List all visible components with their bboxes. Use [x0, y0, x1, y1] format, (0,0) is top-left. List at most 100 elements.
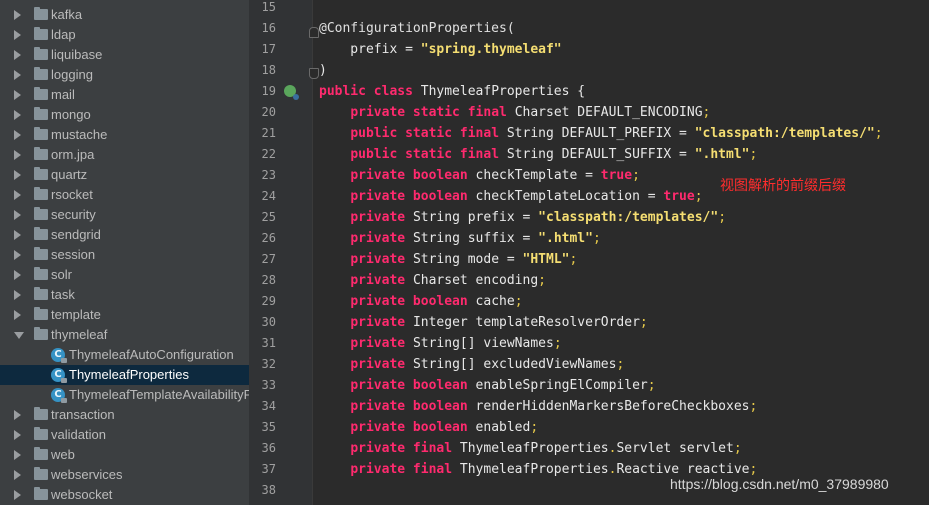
java-class-icon: C — [51, 348, 67, 363]
expand-arrow-right-icon[interactable] — [14, 290, 21, 300]
tree-item-folder[interactable]: kafka — [0, 5, 249, 25]
code-line[interactable]: public static final String DEFAULT_PREFI… — [319, 123, 882, 144]
tree-item-class[interactable]: C ThymeleafProperties — [0, 365, 249, 385]
expand-arrow-right-icon[interactable] — [14, 490, 21, 500]
tree-item-folder[interactable]: task — [0, 285, 249, 305]
code-line[interactable]: prefix = "spring.thymeleaf" — [319, 39, 562, 60]
expand-arrow-right-icon[interactable] — [14, 410, 21, 420]
tree-item-folder[interactable]: thymeleaf — [0, 325, 249, 345]
expand-arrow-right-icon[interactable] — [14, 270, 21, 280]
code-token: private boolean — [350, 168, 476, 183]
code-line[interactable]: public class ThymeleafProperties { — [319, 81, 585, 102]
tree-item-folder[interactable]: liquibase — [0, 45, 249, 65]
java-class-icon: C — [51, 388, 67, 403]
code-token: String[] viewNames — [412, 336, 554, 351]
tree-item-folder[interactable]: session — [0, 245, 249, 265]
expand-arrow-right-icon[interactable] — [14, 110, 21, 120]
tree-item-folder[interactable]: quartz — [0, 165, 249, 185]
expand-arrow-right-icon[interactable] — [14, 70, 21, 80]
expand-arrow-right-icon[interactable] — [14, 170, 21, 180]
expand-arrow-right-icon[interactable] — [14, 90, 21, 100]
tree-item-folder[interactable]: ldap — [0, 25, 249, 45]
tree-item-class[interactable]: C ThymeleafAutoConfiguration — [0, 345, 249, 365]
tree-item-label: ThymeleafAutoConfiguration — [69, 347, 234, 362]
expand-arrow-right-icon[interactable] — [14, 430, 21, 440]
tree-item-label: sendgrid — [51, 227, 101, 242]
code-line[interactable]: private Integer templateResolverOrder; — [319, 312, 647, 333]
expand-arrow-right-icon[interactable] — [14, 130, 21, 140]
code-line[interactable]: private Charset encoding; — [319, 270, 546, 291]
code-token: ; — [514, 294, 523, 309]
tree-item-folder[interactable]: web — [0, 445, 249, 465]
code-token: private static final — [350, 105, 515, 120]
code-token: ".html" — [694, 147, 750, 162]
tree-item-folder[interactable]: orm.jpa — [0, 145, 249, 165]
code-token: ; — [553, 336, 562, 351]
code-line[interactable]: private boolean checkTemplate = true; — [319, 165, 640, 186]
tree-item-folder[interactable]: security — [0, 205, 249, 225]
line-number: 34 — [261, 399, 276, 413]
code-line[interactable]: private String prefix = "classpath:/temp… — [319, 207, 726, 228]
expand-arrow-right-icon[interactable] — [14, 230, 21, 240]
code-line[interactable]: private static final Charset DEFAULT_ENC… — [319, 102, 710, 123]
code-line[interactable]: private boolean renderHiddenMarkersBefor… — [319, 396, 757, 417]
code-token: @ConfigurationProperties( — [319, 21, 515, 36]
code-line[interactable]: private boolean enabled; — [319, 417, 538, 438]
expand-arrow-right-icon[interactable] — [14, 210, 21, 220]
tree-item-folder[interactable]: validation — [0, 425, 249, 445]
code-line[interactable]: private String[] viewNames; — [319, 333, 562, 354]
tree-item-folder[interactable]: mongo — [0, 105, 249, 125]
code-line[interactable]: private String suffix = ".html"; — [319, 228, 600, 249]
spring-bean-icon[interactable] — [284, 85, 299, 100]
code-line[interactable]: private String[] excludedViewNames; — [319, 354, 624, 375]
code-token: Reactive reactive — [616, 462, 750, 477]
expand-arrow-right-icon[interactable] — [14, 50, 21, 60]
code-line[interactable]: ) — [319, 60, 327, 81]
code-line[interactable]: private boolean checkTemplateLocation = … — [319, 186, 702, 207]
expand-arrow-right-icon[interactable] — [14, 450, 21, 460]
expand-arrow-right-icon[interactable] — [14, 10, 21, 20]
code-line[interactable]: @ConfigurationProperties( — [319, 18, 515, 39]
code-token: "spring.thymeleaf" — [420, 42, 562, 57]
code-editor[interactable]: @ConfigurationProperties( prefix = "spri… — [313, 0, 929, 505]
code-token: private boolean — [350, 420, 476, 435]
code-line[interactable]: private boolean cache; — [319, 291, 523, 312]
tree-item-folder[interactable]: template — [0, 305, 249, 325]
expand-arrow-right-icon[interactable] — [14, 150, 21, 160]
tree-item-folder[interactable]: webservices — [0, 465, 249, 485]
tree-item-folder[interactable]: solr — [0, 265, 249, 285]
tree-item-class[interactable]: CThymeleafTemplateAvailabilityProvider — [0, 385, 249, 405]
code-token: ; — [733, 441, 742, 456]
code-token: true — [600, 168, 633, 183]
folder-icon — [34, 7, 48, 20]
tree-item-folder[interactable]: sendgrid — [0, 225, 249, 245]
expand-arrow-right-icon[interactable] — [14, 30, 21, 40]
code-line[interactable]: private final ThymeleafProperties.Servle… — [319, 438, 742, 459]
folder-icon — [34, 467, 48, 480]
tree-item-folder[interactable]: logging — [0, 65, 249, 85]
code-line[interactable]: public static final String DEFAULT_SUFFI… — [319, 144, 757, 165]
folder-icon — [34, 307, 48, 320]
expand-arrow-right-icon[interactable] — [14, 310, 21, 320]
expand-arrow-right-icon[interactable] — [14, 190, 21, 200]
tree-item-folder[interactable]: mustache — [0, 125, 249, 145]
project-tree[interactable]: kafka ldap liquibase logging mail mongo mustac… — [0, 0, 249, 505]
expand-arrow-down-icon[interactable] — [14, 332, 24, 339]
tree-item-folder[interactable]: transaction — [0, 405, 249, 425]
code-token: private boolean — [350, 378, 476, 393]
line-number: 21 — [261, 126, 276, 140]
expand-arrow-right-icon[interactable] — [14, 470, 21, 480]
expand-arrow-right-icon[interactable] — [14, 250, 21, 260]
tree-item-folder[interactable]: rsocket — [0, 185, 249, 205]
code-line[interactable]: private String mode = "HTML"; — [319, 249, 577, 270]
code-line[interactable]: private boolean enableSpringElCompiler; — [319, 375, 655, 396]
tree-item-folder[interactable]: mail — [0, 85, 249, 105]
readonly-lock-icon — [61, 358, 67, 363]
java-class-icon: C — [51, 368, 67, 383]
tree-item-folder[interactable]: websocket — [0, 485, 249, 505]
tree-item-label: template — [51, 307, 101, 322]
folder-icon — [34, 87, 48, 100]
tree-item-label: mongo — [51, 107, 91, 122]
code-token: String mode = — [412, 252, 523, 267]
